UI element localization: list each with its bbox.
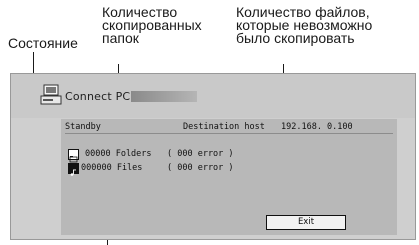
exit-button[interactable]: Exit [266,215,346,230]
callout-failed-files: Количество файлов, которые невозможно бы… [236,4,373,46]
files-count: 000000 Files [81,163,143,173]
divider [65,133,393,134]
status-panel: Standby Destination host 192.168. 0.100 … [61,119,397,235]
computer-monitor-icon [40,84,64,106]
connect-pc-screen: Connect PC Standby Destination host 192.… [10,73,416,240]
status-text: Standby [65,122,101,132]
music-file-icon [68,163,79,176]
callout-copied-folders: Количество скопированных папок [102,4,202,46]
destination-ip: 192.168. 0.100 [281,122,353,132]
title-decoration [131,91,197,102]
folders-count: 00000 Folders [85,149,152,159]
title-bar: Connect PC [11,74,415,118]
folders-error: ( 000 error ) [167,149,234,159]
window-title: Connect PC [65,90,131,103]
callout-state: Состояние [8,35,78,51]
files-error: ( 000 error ) [167,163,234,173]
destination-label: Destination host [183,122,265,132]
folder-icon [68,149,79,163]
